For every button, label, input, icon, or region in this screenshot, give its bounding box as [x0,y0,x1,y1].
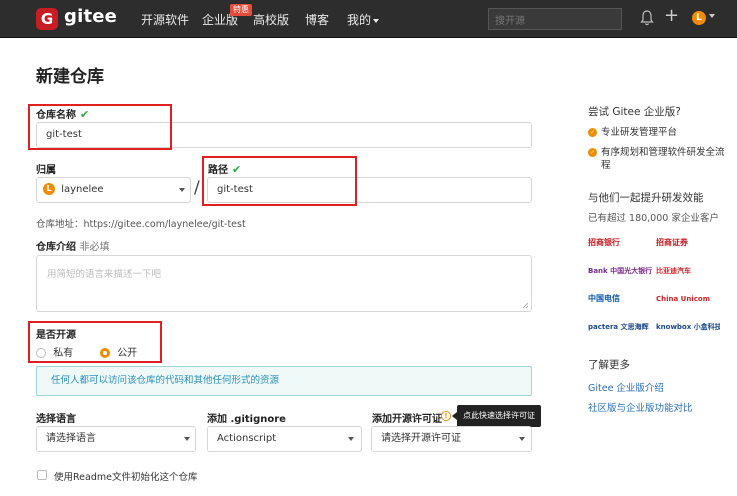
search-input[interactable] [489,11,621,32]
nav-mine-label: 我的 [347,13,372,27]
enterprise-promo-badge: 特惠 [230,4,252,16]
readme-label[interactable]: 使用Readme文件初始化这个仓库 [54,469,197,483]
sidebar-improve-title: 与他们一起提升研发效能 [588,192,704,204]
check-icon: ✓ [588,128,597,137]
client-logo-cmb: 招商银行 [588,238,620,247]
repo-address: 仓库地址：https://gitee.com/laynelee/git-test [36,219,246,230]
chevron-down-icon [179,188,185,192]
language-label: 选择语言 [36,414,76,425]
search-box[interactable] [488,8,622,32]
page-root: G gitee 开源软件 企业版 特惠 高校版 博客 我的 + L 新建仓库 仓… [0,0,737,496]
gitignore-select[interactable]: Actionscript [207,426,362,452]
gitignore-label: 添加 .gitignore [207,414,286,425]
intro-textarea[interactable]: 用简短的语言来描述一下吧 [36,255,532,312]
link-edition-compare[interactable]: 社区版与企业版功能对比 [588,400,693,414]
chevron-down-icon[interactable] [709,14,715,18]
nav-education[interactable]: 高校版 [253,11,289,28]
highlight-box-repo-name [28,104,172,150]
chevron-down-icon [184,437,190,441]
sidebar-feature-1-text: 专业研发管理平台 [601,127,678,138]
license-select[interactable]: 请选择开源许可证 [371,426,532,452]
intro-placeholder: 用简短的语言来描述一下吧 [47,269,162,280]
readme-checkbox[interactable] [37,470,47,480]
nav-mine[interactable]: 我的 [347,11,380,28]
highlight-box-path [202,156,357,206]
resize-handle-icon[interactable] [522,302,529,309]
sidebar-feature-2: ✓ 有序规划和管理软件研发全流程 [588,146,728,172]
chevron-down-icon [373,18,380,23]
client-logo-knowbox: knowbox 小盒科技 [656,323,720,331]
top-navbar: G gitee 开源软件 企业版 特惠 高校版 博客 我的 + L [0,0,737,38]
avatar[interactable]: L [692,11,706,25]
sidebar-try-title: 尝试 Gitee 企业版? [588,106,681,118]
sidebar-more-title: 了解更多 [588,359,630,371]
sidebar-feature-1: ✓ 专业研发管理平台 [588,126,677,139]
info-icon[interactable]: ! [441,411,451,421]
gitee-logo-text[interactable]: gitee [64,6,117,27]
owner-select[interactable]: L laynelee [36,177,191,203]
owner-value: laynelee [61,184,104,195]
client-logo-ceb: Bank 中国光大银行 [588,267,652,275]
sidebar-clients-count: 已有超过 180,000 家企业客户 [588,213,719,224]
client-logo-byd: 比亚迪汽车 [656,267,691,275]
gitee-logo-icon[interactable]: G [36,8,58,30]
owner-label: 归属 [36,165,56,176]
language-select[interactable]: 请选择语言 [36,426,196,452]
path-separator: / [194,178,200,198]
page-title: 新建仓库 [36,67,104,87]
link-enterprise-intro[interactable]: Gitee 企业版介绍 [588,380,664,394]
license-label: 添加开源许可证 [372,414,442,425]
nav-open-source[interactable]: 开源软件 [141,11,189,28]
nav-blog[interactable]: 博客 [305,11,329,28]
chevron-down-icon [519,437,525,441]
public-info-alert: 任何人都可以访问该仓库的代码和其他任何形式的资源 [36,366,532,396]
bell-icon[interactable] [640,9,654,27]
intro-label-text: 仓库介绍 [36,242,76,253]
intro-optional-hint: 非必填 [79,242,110,253]
chevron-down-icon [348,437,354,441]
plus-icon[interactable]: + [664,6,679,26]
highlight-box-open-source [28,321,162,363]
owner-avatar: L [43,183,55,195]
check-icon: ✓ [588,148,597,157]
client-logo-cms: 招商证券 [656,238,688,247]
license-tooltip: 点此快速选择许可证 [457,405,541,427]
client-logo-pactera: pactera 文思海辉 [588,323,649,331]
client-logo-unicom: China Unicom [656,295,710,303]
sidebar-feature-2-text: 有序规划和管理软件研发全流程 [601,147,725,171]
client-logo-telecom: 中国电信 [588,294,620,303]
intro-label: 仓库介绍 非必填 [36,238,109,253]
